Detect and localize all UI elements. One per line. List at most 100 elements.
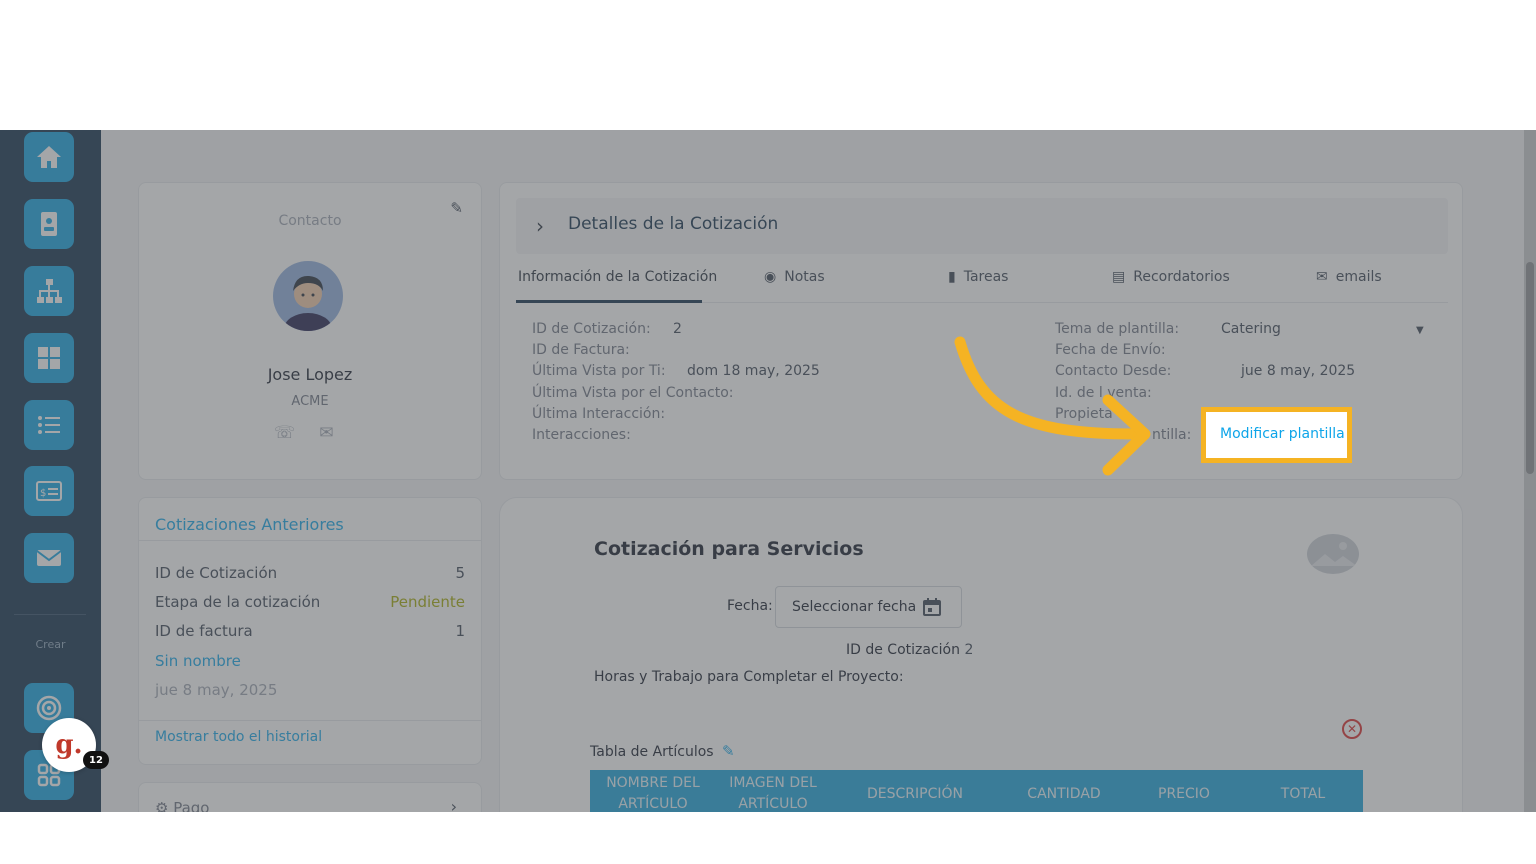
sidebar-dashboard-button[interactable] — [24, 333, 74, 383]
tab-label: Notas — [784, 269, 825, 285]
tab-tasks[interactable]: ▮ Tareas — [948, 269, 1008, 285]
svg-text:$: $ — [40, 488, 46, 499]
invoice-icon: $ — [36, 481, 62, 501]
row-label: ID de Cotización — [155, 564, 278, 582]
avatar — [273, 261, 343, 331]
details-header[interactable]: › Detalles de la Cotización — [516, 198, 1448, 254]
status-badge: Pendiente — [390, 593, 465, 611]
payment-label-text: Pago — [173, 799, 210, 812]
tasks-icon: ▮ — [948, 269, 956, 285]
edit-pencil-icon[interactable]: ✎ — [450, 199, 463, 217]
grid-icon — [38, 347, 60, 369]
previous-quotes-card: Cotizaciones Anteriores ID de Cotización… — [138, 497, 482, 765]
date-picker-input[interactable]: Seleccionar fecha — [775, 586, 962, 628]
row-value: 1 — [455, 622, 465, 640]
date-label: Fecha: — [727, 598, 773, 614]
edit-pencil-icon[interactable]: ✎ — [722, 742, 735, 760]
scrollbar-thumb[interactable] — [1526, 262, 1534, 474]
contact-company: ACME — [291, 394, 329, 409]
column-header: TOTAL — [1280, 785, 1326, 802]
column-header: IMAGEN DEL ARTÍCULO — [729, 775, 817, 812]
tab-reminders[interactable]: ▤ Recordatorios — [1112, 269, 1230, 285]
payment-label: ⚙ Pago — [155, 799, 209, 812]
details-tabs: Información de la Cotización ◉ Notas ▮ Tar… — [516, 263, 1448, 303]
chevron-down-icon[interactable]: ▼ — [1416, 325, 1424, 336]
close-icon[interactable]: ✕ — [1342, 719, 1362, 739]
date-placeholder: Seleccionar fecha — [792, 599, 917, 615]
interactions-label: Interacciones: — [532, 427, 631, 443]
divider — [139, 720, 481, 721]
quote-title: Cotización para Servicios — [594, 538, 864, 560]
envelope-icon — [36, 550, 62, 566]
template-theme-select[interactable]: Catering — [1221, 321, 1281, 337]
image-placeholder-icon[interactable] — [1307, 534, 1359, 574]
quote-preview-card: Cotización para Servicios Fecha: Selecci… — [499, 497, 1463, 812]
hierarchy-icon — [37, 279, 62, 303]
tab-label: emails — [1335, 269, 1382, 285]
quote-id-label: ID de Cotización — [846, 642, 960, 658]
hours-label: Horas y Trabajo para Completar el Proyec… — [594, 669, 904, 685]
chevron-right-icon: › — [536, 214, 544, 238]
quote-id-value: 2 — [673, 321, 682, 337]
logo-letter: g. — [55, 730, 83, 760]
list-icon — [38, 416, 60, 434]
contact-card: Contacto ✎ Jose Lopez ACME ☏ ✉ — [138, 182, 482, 480]
email-icon: ✉ — [1316, 269, 1328, 285]
sidebar-email-button[interactable] — [24, 533, 74, 583]
chevron-right-icon: › — [450, 797, 457, 812]
last-view-contact-label: Última Vista por el Contacto: — [532, 385, 734, 401]
quote-id-value: 2 — [964, 642, 974, 658]
tab-quote-info[interactable]: Información de la Cotización — [518, 269, 717, 285]
mail-icon[interactable]: ✉ — [319, 423, 333, 443]
payment-card[interactable]: ⚙ Pago › — [138, 782, 482, 812]
modify-template-link[interactable]: Modificar plantilla — [1220, 426, 1345, 442]
tab-label: Tareas — [963, 269, 1009, 285]
tab-emails[interactable]: ✉ emails — [1316, 269, 1382, 285]
show-all-history-link[interactable]: Mostrar todo el historial — [155, 729, 322, 745]
column-header: DESCRIPCIÓN — [867, 785, 963, 802]
sidebar-contacts-button[interactable] — [24, 199, 74, 249]
sidebar-quotes-button[interactable]: $ — [24, 466, 74, 516]
tab-label: Recordatorios — [1133, 269, 1230, 285]
modify-template-highlight[interactable]: Modificar plantilla — [1201, 407, 1352, 463]
tab-notes[interactable]: ◉ Notas — [764, 269, 825, 285]
invoice-id-label: ID de Factura: — [532, 342, 630, 358]
sidebar-list-button[interactable] — [24, 400, 74, 450]
items-table-label: Tabla de Artículos — [590, 744, 714, 760]
contact-actions: ☏ ✉ — [274, 423, 334, 443]
details-title: Detalles de la Cotización — [568, 214, 779, 234]
contact-name: Jose Lopez — [267, 365, 353, 384]
page-scrollbar[interactable] — [1524, 130, 1536, 812]
sidebar-divider — [14, 614, 86, 615]
previous-quote-id-row: ID de Cotización 5 — [155, 564, 465, 582]
previous-quote-stage-row: Etapa de la cotización Pendiente — [155, 593, 465, 611]
notes-icon: ◉ — [764, 269, 777, 285]
column-header: NOMBRE DEL ARTÍCULO — [606, 775, 700, 812]
notification-count-badge: 12 — [83, 751, 109, 769]
column-header: CANTIDAD — [1027, 785, 1101, 802]
last-interaction-label: Última Interacción: — [532, 406, 666, 422]
contact-since-value: jue 8 may, 2025 — [1241, 363, 1356, 379]
active-tab-indicator — [516, 300, 702, 303]
contact-section-label: Contacto — [278, 213, 342, 229]
row-label: Etapa de la cotización — [155, 593, 321, 611]
column-header: PRECIO — [1158, 785, 1210, 802]
tab-label: Información de la Cotización — [518, 269, 718, 285]
previous-quote-invoice-row: ID de factura 1 — [155, 622, 465, 640]
sidebar-home-button[interactable] — [24, 132, 74, 182]
quote-date: jue 8 may, 2025 — [155, 681, 278, 699]
phone-icon[interactable]: ☏ — [274, 423, 295, 443]
last-view-you-label: Última Vista por Ti: — [532, 363, 666, 379]
row-label: ID de factura — [155, 622, 253, 640]
sidebar-hierarchy-button[interactable] — [24, 266, 74, 316]
tutorial-arrow-icon — [954, 336, 1151, 476]
last-view-you-value: dom 18 may, 2025 — [687, 363, 820, 379]
contact-card-icon — [41, 212, 57, 236]
previous-quotes-title: Cotizaciones Anteriores — [155, 515, 344, 534]
reminders-icon: ▤ — [1112, 269, 1126, 285]
calendar-icon — [923, 598, 941, 616]
sidebar: $ Crear — [0, 130, 101, 812]
quote-name-link[interactable]: Sin nombre — [155, 652, 241, 670]
divider — [139, 540, 481, 541]
quote-id-line: ID de Cotización 2 — [846, 642, 973, 658]
